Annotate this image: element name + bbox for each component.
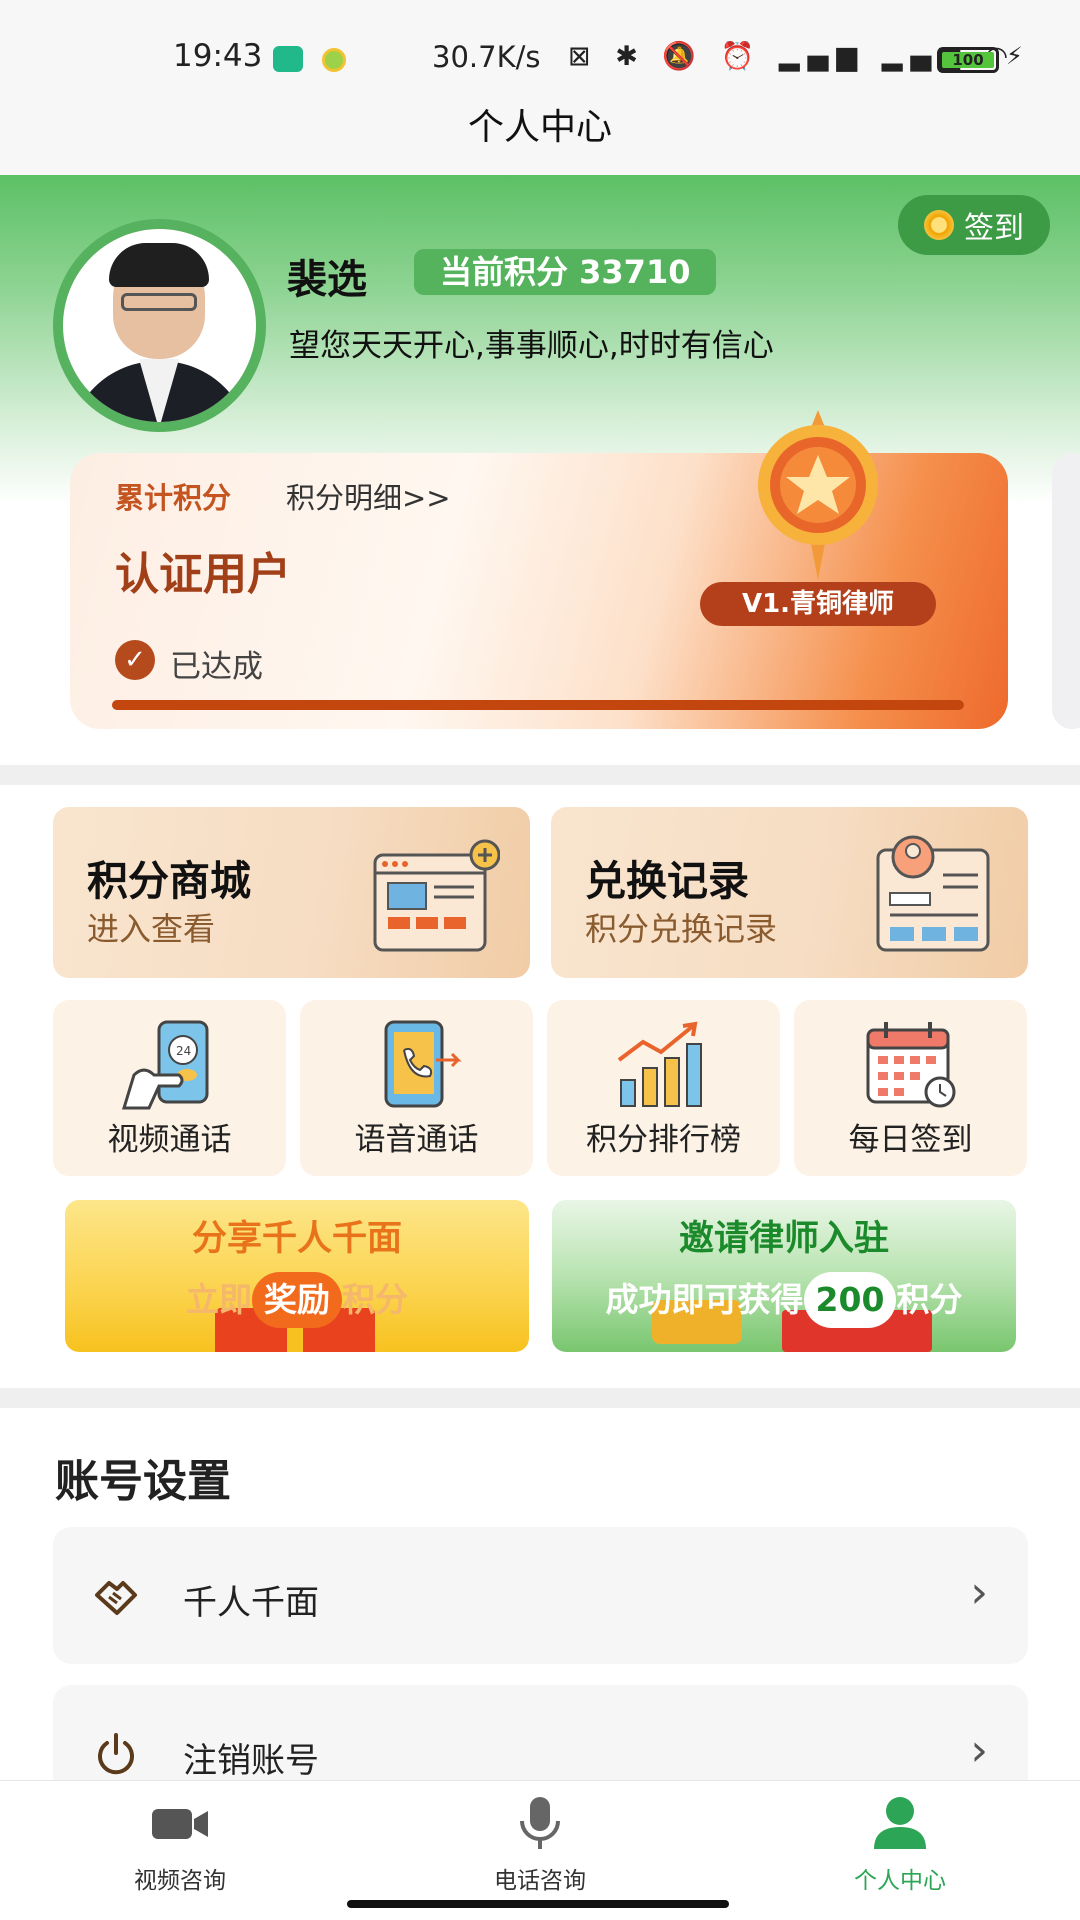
avatar[interactable] (53, 219, 266, 432)
section-divider-2 (0, 1388, 1080, 1408)
points-mall-tile[interactable]: 积分商城 进入查看 (53, 807, 530, 978)
video-call-label: 视频通话 (107, 1122, 232, 1158)
setting-label-delete-account: 注销账号 (183, 1741, 319, 1781)
level-card-label: 累计积分 (115, 481, 232, 515)
setting-row-persona[interactable]: 千人千面 › (53, 1527, 1028, 1664)
level-progress-bar (112, 700, 964, 710)
profile-page: 19:43 30.7K/s ⊠ ✱ 🔕 ⏰ ▂▄▆ ▂▄▆ ◠ 100 ⚡ 个人… (0, 0, 1080, 1920)
share-banner-highlight: 奖励 (252, 1272, 342, 1328)
exchange-records-subtitle: 积分兑换记录 (585, 910, 778, 948)
invite-banner-post: 积分 (896, 1280, 963, 1319)
ranking-chart-icon (617, 1021, 702, 1107)
nav-label-video: 视频咨询 (134, 1868, 226, 1894)
exchange-records-title: 兑换记录 (585, 857, 749, 905)
points-ranking-tile[interactable]: 积分排行榜 (547, 1000, 780, 1176)
calendar-icon (866, 1022, 956, 1108)
status-time: 19:43 (173, 38, 263, 74)
microphone-icon (520, 1797, 560, 1849)
medal-icon (758, 410, 878, 580)
share-banner-post: 积分 (342, 1280, 408, 1319)
status-bar: 19:43 30.7K/s ⊠ ✱ 🔕 ⏰ ▂▄▆ ▂▄▆ ◠ 100 ⚡ (0, 0, 1080, 110)
video-call-icon: 24 (121, 1020, 209, 1110)
nav-profile[interactable]: 个人中心 (720, 1781, 1080, 1920)
level-name-badge: V1.青铜律师 (700, 582, 936, 626)
level-card-title: 认证用户 (115, 549, 291, 600)
invite-banner-highlight: 200 (803, 1272, 897, 1328)
charging-icon: ⚡ (1006, 42, 1023, 70)
power-icon (98, 1733, 134, 1775)
voice-call-icon (384, 1020, 462, 1108)
avatar-hair (109, 243, 209, 287)
title-bar: 个人中心 (0, 95, 1080, 175)
coin-icon (924, 210, 954, 240)
section-divider (0, 765, 1080, 785)
setting-label-persona: 千人千面 (183, 1583, 319, 1623)
share-banner-pre: 立即 (186, 1280, 252, 1319)
voice-call-label: 语音通话 (354, 1122, 479, 1158)
exchange-records-tile[interactable]: 兑换记录 积分兑换记录 (551, 807, 1028, 978)
points-mall-subtitle: 进入查看 (87, 910, 216, 948)
invite-banner-subtitle: 成功即可获得 200 积分 (552, 1272, 1016, 1328)
nav-label-phone: 电话咨询 (494, 1868, 586, 1894)
invite-lawyer-banner[interactable]: 邀请律师入驻 成功即可获得 200 积分 (552, 1200, 1016, 1352)
invite-banner-pre: 成功即可获得 (605, 1280, 804, 1319)
notification-app-icon (273, 46, 303, 72)
video-camera-icon (152, 1809, 208, 1839)
avatar-image (63, 229, 256, 422)
points-mall-title: 积分商城 (87, 857, 251, 905)
notification-app-icon-2 (322, 48, 346, 72)
points-badge: 当前积分 33710 (414, 249, 717, 295)
account-settings-title: 账号设置 (55, 1456, 231, 1507)
share-banner-subtitle: 立即 奖励 积分 (65, 1272, 529, 1328)
bottom-nav: 视频咨询 电话咨询 个人中心 (0, 1780, 1080, 1920)
video-call-tile[interactable]: 24 视频通话 (53, 1000, 286, 1176)
points-ranking-label: 积分排行榜 (586, 1122, 741, 1158)
level-progress-fill (112, 700, 964, 710)
user-motto: 望您天天开心,事事顺心,时时有信心 (289, 328, 774, 364)
share-banner-title: 分享千人千面 (191, 1219, 402, 1259)
invite-banner-title: 邀请律师入驻 (678, 1219, 889, 1259)
sign-in-label: 签到 (964, 211, 1024, 246)
network-speed: 30.7K/s (432, 40, 541, 74)
next-level-card-peek[interactable] (1052, 453, 1080, 729)
home-indicator (347, 1900, 729, 1908)
sign-in-button[interactable]: 签到 (898, 195, 1050, 255)
svg-text:24: 24 (176, 1044, 191, 1058)
chevron-right-icon: › (970, 1725, 988, 1776)
record-card-icon (876, 835, 990, 952)
voice-call-tile[interactable]: 语音通话 (300, 1000, 533, 1176)
nav-video-consult[interactable]: 视频咨询 (0, 1781, 360, 1920)
daily-sign-in-label: 每日签到 (848, 1122, 973, 1158)
user-name: 裴选 (287, 257, 367, 303)
share-banner[interactable]: 分享千人千面 立即 奖励 积分 (65, 1200, 529, 1352)
battery-level: 100 (942, 52, 994, 68)
battery-icon: 100 (937, 47, 999, 73)
points-detail-link[interactable]: 积分明细>> (286, 475, 451, 517)
check-icon: ✓ (115, 640, 155, 680)
person-icon (874, 1797, 926, 1849)
nav-label-profile: 个人中心 (854, 1868, 946, 1894)
shop-page-icon (373, 839, 500, 952)
page-title: 个人中心 (467, 107, 612, 148)
handshake-icon (95, 1581, 137, 1615)
daily-sign-in-tile[interactable]: 每日签到 (794, 1000, 1027, 1176)
avatar-glasses (121, 293, 197, 311)
level-status: 已达成 (170, 649, 263, 685)
chevron-right-icon: › (970, 1567, 988, 1618)
